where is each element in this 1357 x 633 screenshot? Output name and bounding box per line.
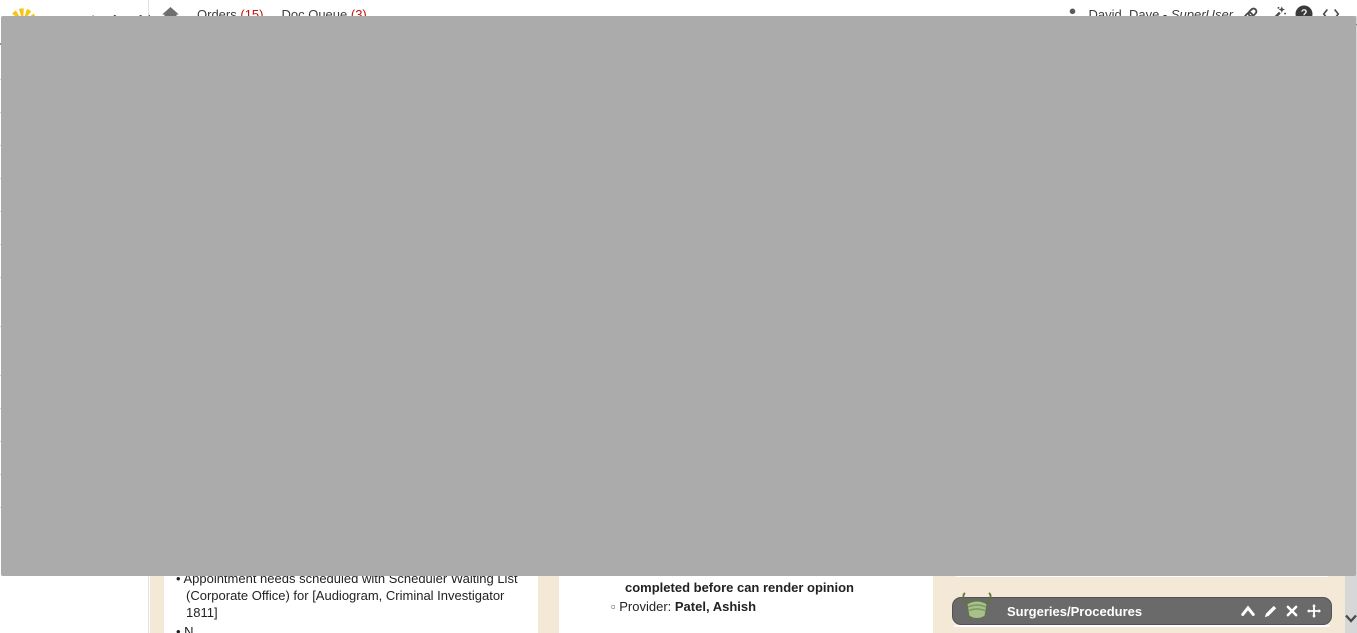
scroll-down-arrow[interactable]	[1345, 614, 1357, 623]
appointments-list: Appointment needs scheduled with Schedul…	[172, 570, 528, 621]
surgeries-procedures-widget: Surgeries/Procedures	[952, 597, 1332, 627]
scrollbar-thumb[interactable]	[1, 16, 1356, 576]
edit-icon[interactable]	[1264, 605, 1277, 618]
appointment-item-partial: N	[172, 623, 528, 633]
detail-row: Provider: Patel, Ashish	[611, 597, 919, 616]
surgical-mask-icon	[959, 590, 995, 626]
collapse-icon[interactable]	[1241, 605, 1255, 617]
widget-title: Surgeries/Procedures	[1007, 604, 1142, 619]
move-icon[interactable]	[1307, 604, 1321, 618]
appointment-item: Appointment needs scheduled with Schedul…	[172, 570, 528, 621]
close-icon[interactable]	[1286, 605, 1298, 617]
